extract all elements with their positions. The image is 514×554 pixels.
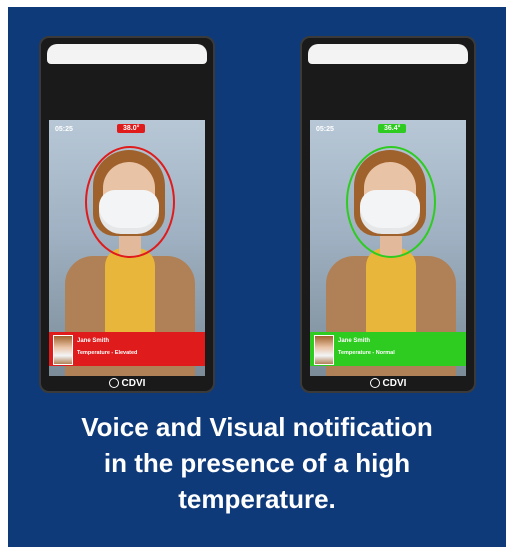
person-name: Jane Smith [338,338,371,344]
caption-line-3: temperature. [178,484,336,514]
terminal-top-bar [47,44,207,64]
promo-panel: 05:25 38.0° Jane Smith Temperature - Ele… [8,7,506,547]
brand-logo: CDVI [41,378,213,389]
clock-readout: 05:25 [55,126,73,133]
camera-screen: 05:25 36.4° Jane Smith Temperature - Nor… [310,120,466,376]
clock-readout: 05:25 [316,126,334,133]
caption-line-1: Voice and Visual notification [81,412,433,442]
caption-line-2: in the presence of a high [103,448,411,478]
brand-logo: CDVI [302,378,474,389]
brand-name: CDVI [382,378,407,389]
terminal-elevated: 05:25 38.0° Jane Smith Temperature - Ele… [39,36,215,393]
brand-name: CDVI [121,378,146,389]
cdvi-logo-icon [369,378,380,389]
caption-text: Voice and Visual notification in the pre… [8,409,506,517]
person-thumbnail [53,335,73,365]
identity-bar: Jane Smith Temperature - Elevated [49,332,205,366]
temperature-status: Temperature - Elevated [77,350,138,356]
terminal-normal: 05:25 36.4° Jane Smith Temperature - Nor… [300,36,476,393]
face-detection-ring [85,146,175,258]
person-thumbnail [314,335,334,365]
cdvi-logo-icon [108,378,119,389]
temperature-status: Temperature - Normal [338,350,395,356]
camera-screen: 05:25 38.0° Jane Smith Temperature - Ele… [49,120,205,376]
temperature-badge: 38.0° [117,124,146,133]
identity-bar: Jane Smith Temperature - Normal [310,332,466,366]
face-detection-ring [346,146,436,258]
terminal-top-bar [308,44,468,64]
temperature-badge: 36.4° [378,124,407,133]
person-name: Jane Smith [77,338,110,344]
